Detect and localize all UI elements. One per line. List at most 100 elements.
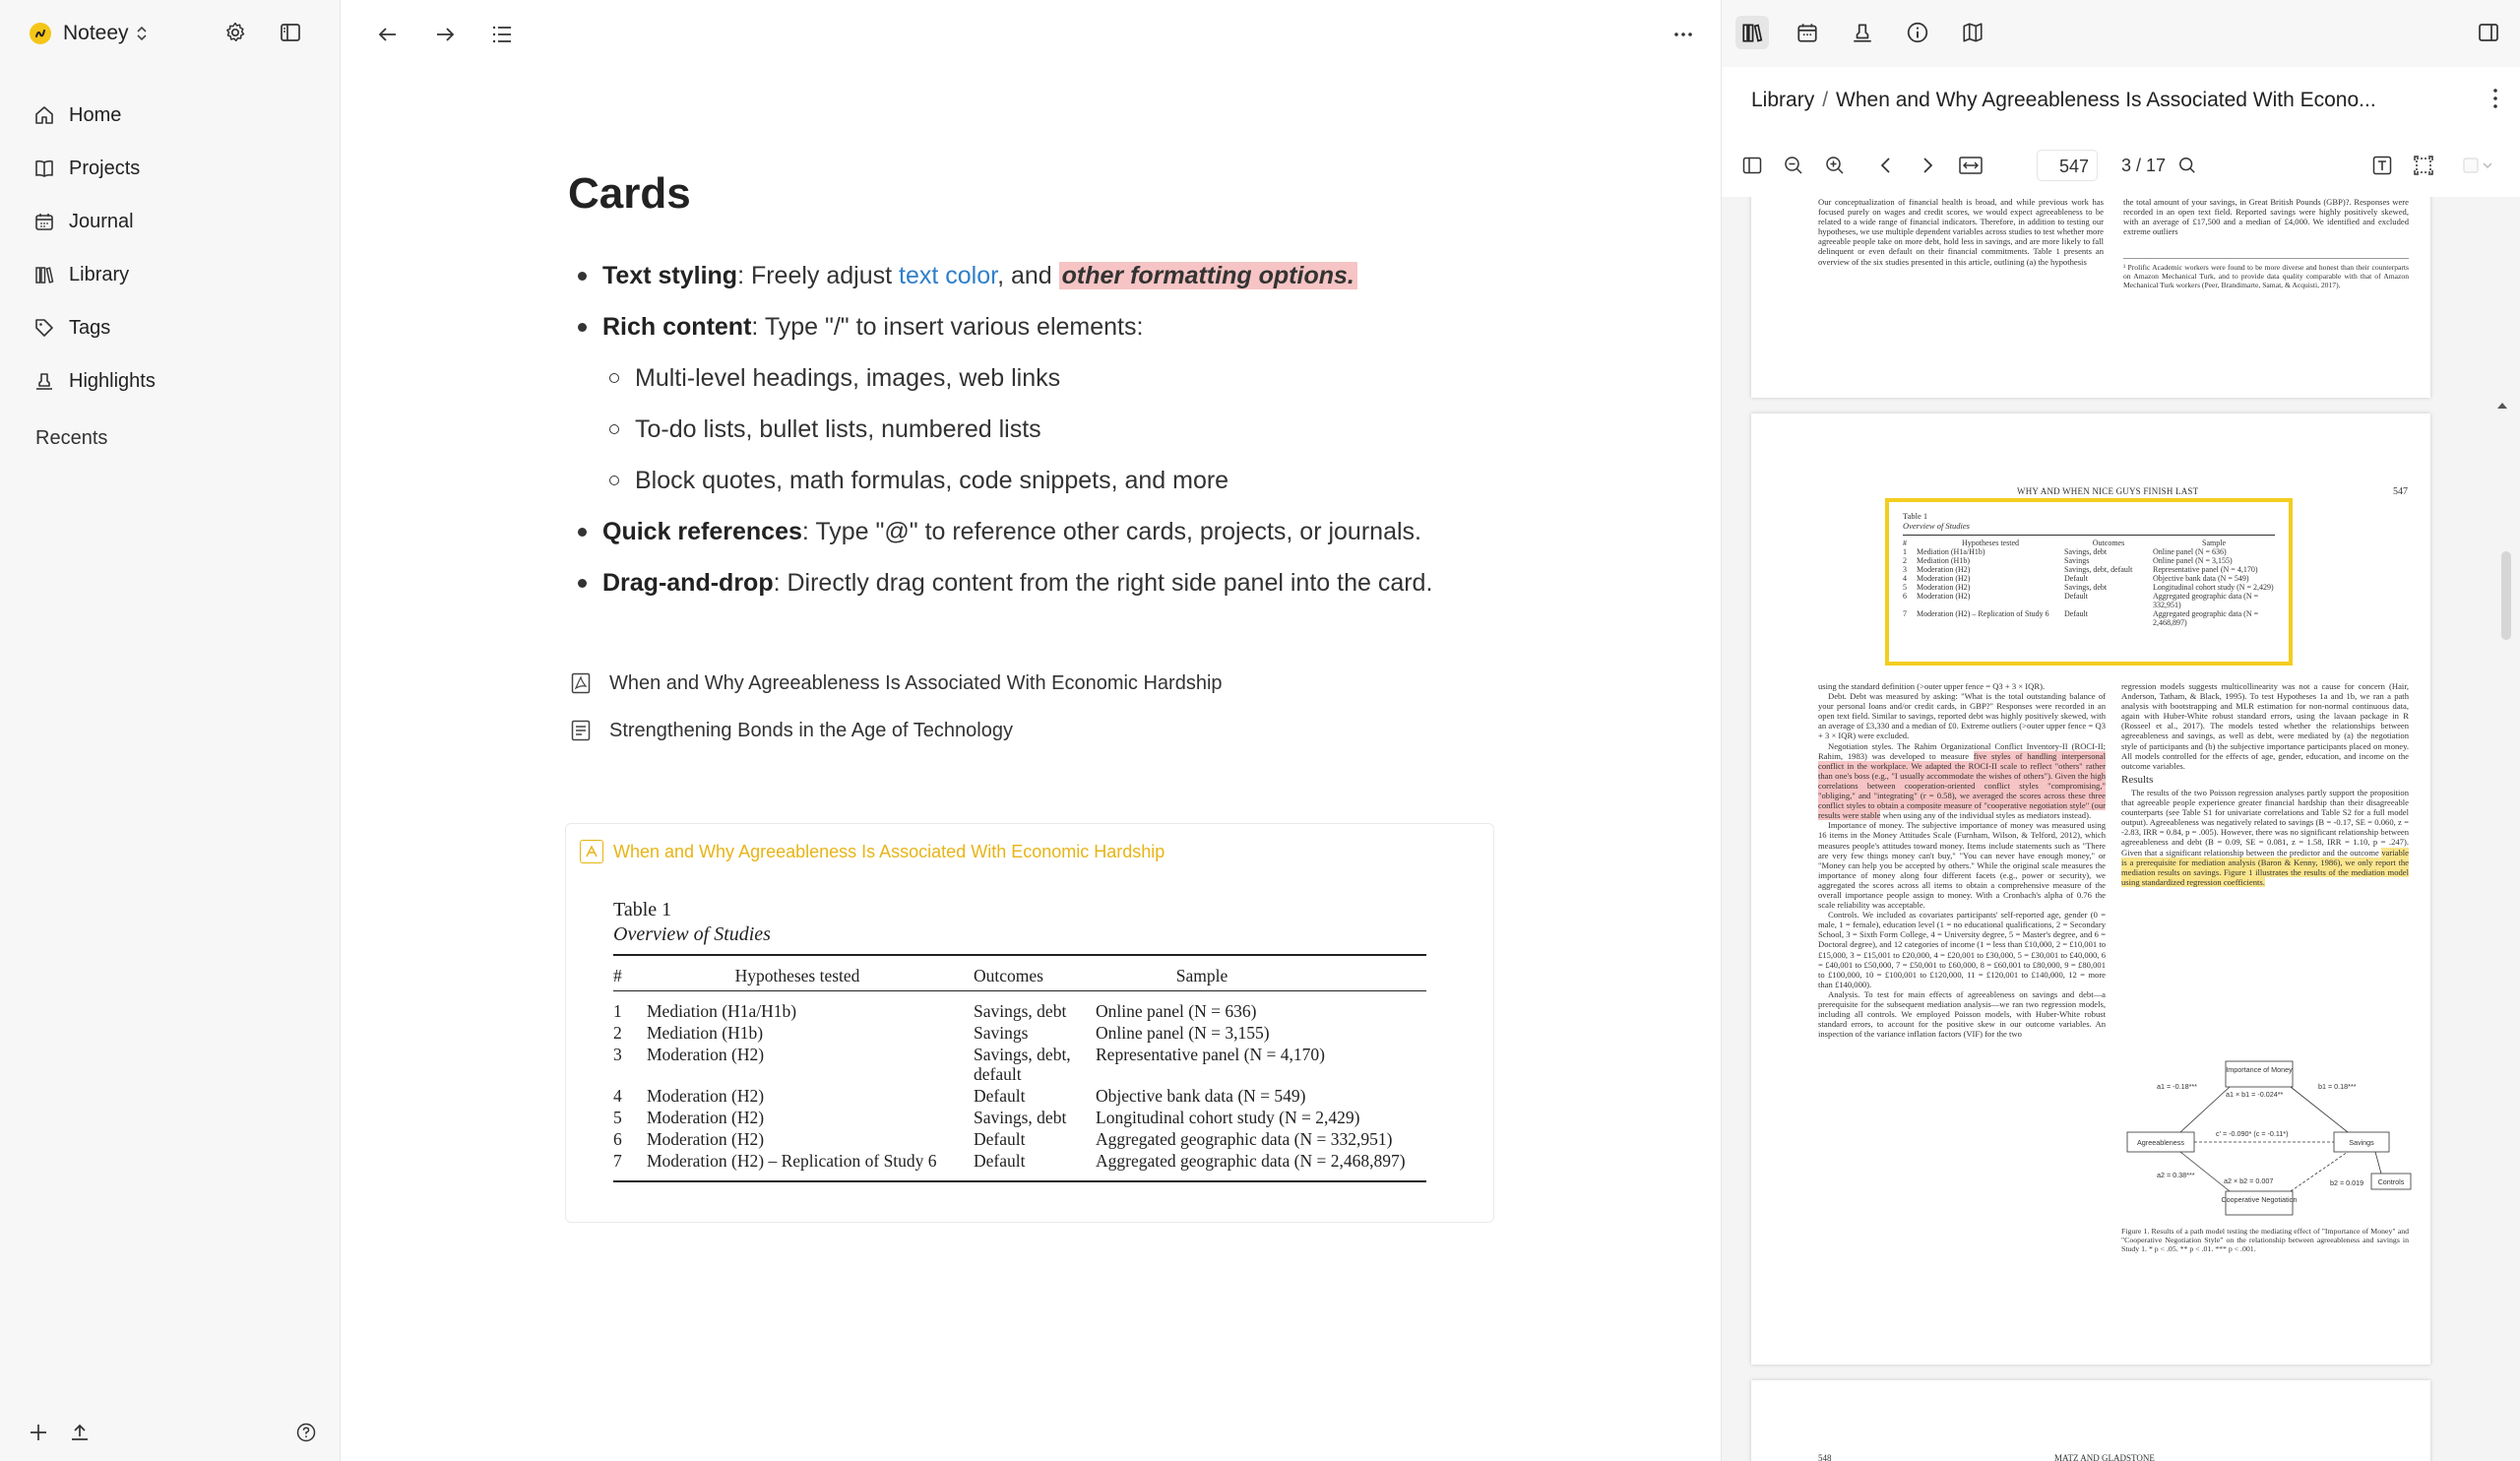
plain-text: : Freely adjust [737,261,900,289]
bold-text: Drag-and-drop [602,568,774,597]
list-item[interactable]: Rich content: Type "/" to insert various… [570,301,1554,352]
pdf-page-previous[interactable]: Our conceptualization of financial healt… [1751,197,2430,398]
sidebar-toggle-icon [281,24,300,41]
page-title[interactable]: Cards [568,169,691,219]
fit-width-icon [1959,157,1983,174]
bullet-list[interactable]: Text styling: Freely adjust text color, … [570,250,1554,608]
list-icon [492,26,511,43]
next-page-button[interactable] [1913,146,1942,185]
zoom-out-button[interactable] [1779,146,1808,185]
scroll-up-icon[interactable] [2495,400,2509,412]
back-button[interactable] [371,18,405,51]
page-number-input[interactable]: 547 [2037,150,2098,181]
breadcrumb-separator: / [1822,89,1829,111]
pdf-text: when using any of the individual styles … [1880,810,2092,821]
pdf-paragraph: Negotiation styles. The Rahim Organizati… [1818,741,2106,821]
pdf-clip-card[interactable]: When and Why Agreeableness Is Associated… [565,823,1494,1223]
table-cell: Default [2064,573,2088,583]
reader-panel: Library / When and Why Agreeableness Is As… [1721,0,2520,1461]
pdf-section-heading: Results [2121,773,2154,786]
table-cell: Mediation (H1b) [1917,555,1970,565]
scrollbar-thumb[interactable] [2501,551,2511,640]
table-cell: Default [974,1086,1026,1106]
breadcrumb-root[interactable]: Library [1751,89,1814,111]
pdf-viewport[interactable]: Our conceptualization of financial healt… [1722,197,2520,1461]
tab-info[interactable] [1901,16,1934,49]
table-cell: 3 [1903,564,1907,574]
highlighted-text: other formatting options. [1058,261,1357,289]
list-item[interactable]: Drag-and-drop: Directly drag content fro… [570,557,1554,608]
table-cell: Objective bank data (N = 549) [1096,1086,1306,1106]
pdf-page-next[interactable]: 548 MATZ AND GLADSTONE [1751,1380,2430,1461]
tab-map[interactable] [1956,16,1989,49]
column-header: Sample [2202,538,2226,547]
toggle-sidebar-button[interactable] [276,18,305,47]
arrow-right-icon [437,28,455,41]
pdf-paragraph: using the standard definition (>outer up… [1818,681,2046,691]
document-icon [571,720,591,741]
sidebar-item-home[interactable]: Home [33,89,156,142]
page-count: 3 / 17 [2121,156,2167,175]
table-cell: 7 [1903,608,1907,618]
gear-icon [226,22,245,42]
search-button[interactable] [2173,146,2202,185]
add-button[interactable] [24,1418,53,1447]
list-item[interactable]: Text styling: Freely adjust text color, … [570,250,1554,301]
panel-right-icon [2479,24,2498,41]
help-icon [296,1423,316,1442]
panel-more-button[interactable] [2486,85,2505,112]
table-row: 6 Moderation (H2) Default Aggregated geogra… [613,1128,1426,1150]
list-item[interactable]: Block quotes, math formulas, code snippe… [570,455,1554,506]
sidebar-nav: Home Projects Journal Library Tags Highl… [33,89,156,408]
sidebar-toggle-icon [1742,157,1762,174]
sidebar-item-tags[interactable]: Tags [33,301,156,354]
table-row: 7 Moderation (H2) – Replication of Study … [1903,609,2275,627]
info-icon [1907,22,1928,43]
pdf-text-block: Our conceptualization of financial healt… [1818,197,2104,267]
more-options-button[interactable] [1667,18,1700,51]
table-cell: Online panel (N = 3,155) [1096,1023,1270,1043]
path-model-figure: Importance of Money Agreeableness Saving… [2126,1060,2412,1216]
pdf-paragraph: regression models suggests multicollinea… [2121,681,2409,771]
reference-pdf[interactable]: When and Why Agreeableness Is Associated… [570,660,1223,707]
list-item[interactable]: To-do lists, bullet lists, numbered list… [570,404,1554,455]
table-row: 2 Mediation (H1b) Savings Online panel (N =… [1903,556,2275,565]
sidebar-item-label: Library [69,263,130,286]
sidebar-item-library[interactable]: Library [33,248,156,301]
help-button[interactable] [291,1418,321,1447]
tab-journal[interactable] [1791,16,1824,49]
home-icon [35,106,53,124]
colored-text: text color [899,261,998,289]
highlighted-table-region[interactable]: Table 1 Overview of Studies # Hypotheses… [1885,498,2293,666]
list-item[interactable]: Quick references: Type "@" to reference … [570,506,1554,557]
figure-label: Cooperative Negotiation [2221,1195,2297,1204]
fit-width-button[interactable] [1956,146,1985,185]
plain-text: : Type "/" to insert various elements: [751,312,1144,341]
upload-button[interactable] [65,1418,94,1447]
sidebar-item-projects[interactable]: Projects [33,142,156,195]
area-select-button[interactable] [2409,146,2438,185]
forward-button[interactable] [428,18,462,51]
reference-document[interactable]: Strengthening Bonds in the Age of Techno… [570,707,1223,754]
sidebar-item-journal[interactable]: Journal [33,195,156,248]
text-select-button[interactable] [2367,146,2397,185]
card-source[interactable]: When and Why Agreeableness Is Associated… [580,840,1165,863]
pdf-page-547[interactable]: WHY AND WHEN NICE GUYS FINISH LAST 547 T… [1751,413,2430,1365]
table-cell: 4 [1903,573,1907,583]
color-picker-button[interactable] [2458,146,2497,185]
previous-page-button[interactable] [1871,146,1901,185]
outline-button[interactable] [485,18,519,51]
zoom-in-button[interactable] [1820,146,1850,185]
toggle-thumbnails-button[interactable] [1737,146,1767,185]
workspace-switcher[interactable]: Noteey [30,16,149,51]
figure-arrow [2179,1086,2231,1133]
list-item[interactable]: Multi-level headings, images, web links [570,352,1554,404]
main-editor: Cards Text styling: Freely adjust text c… [342,0,1720,1461]
tab-highlights[interactable] [1846,16,1879,49]
sidebar-item-highlights[interactable]: Highlights [33,354,156,408]
settings-button[interactable] [220,18,250,47]
table-cell: Mediation (H1a/H1b) [1917,546,1985,556]
search-icon [2179,158,2195,173]
toggle-panel-button[interactable] [2472,16,2505,49]
tab-library[interactable] [1735,16,1769,49]
